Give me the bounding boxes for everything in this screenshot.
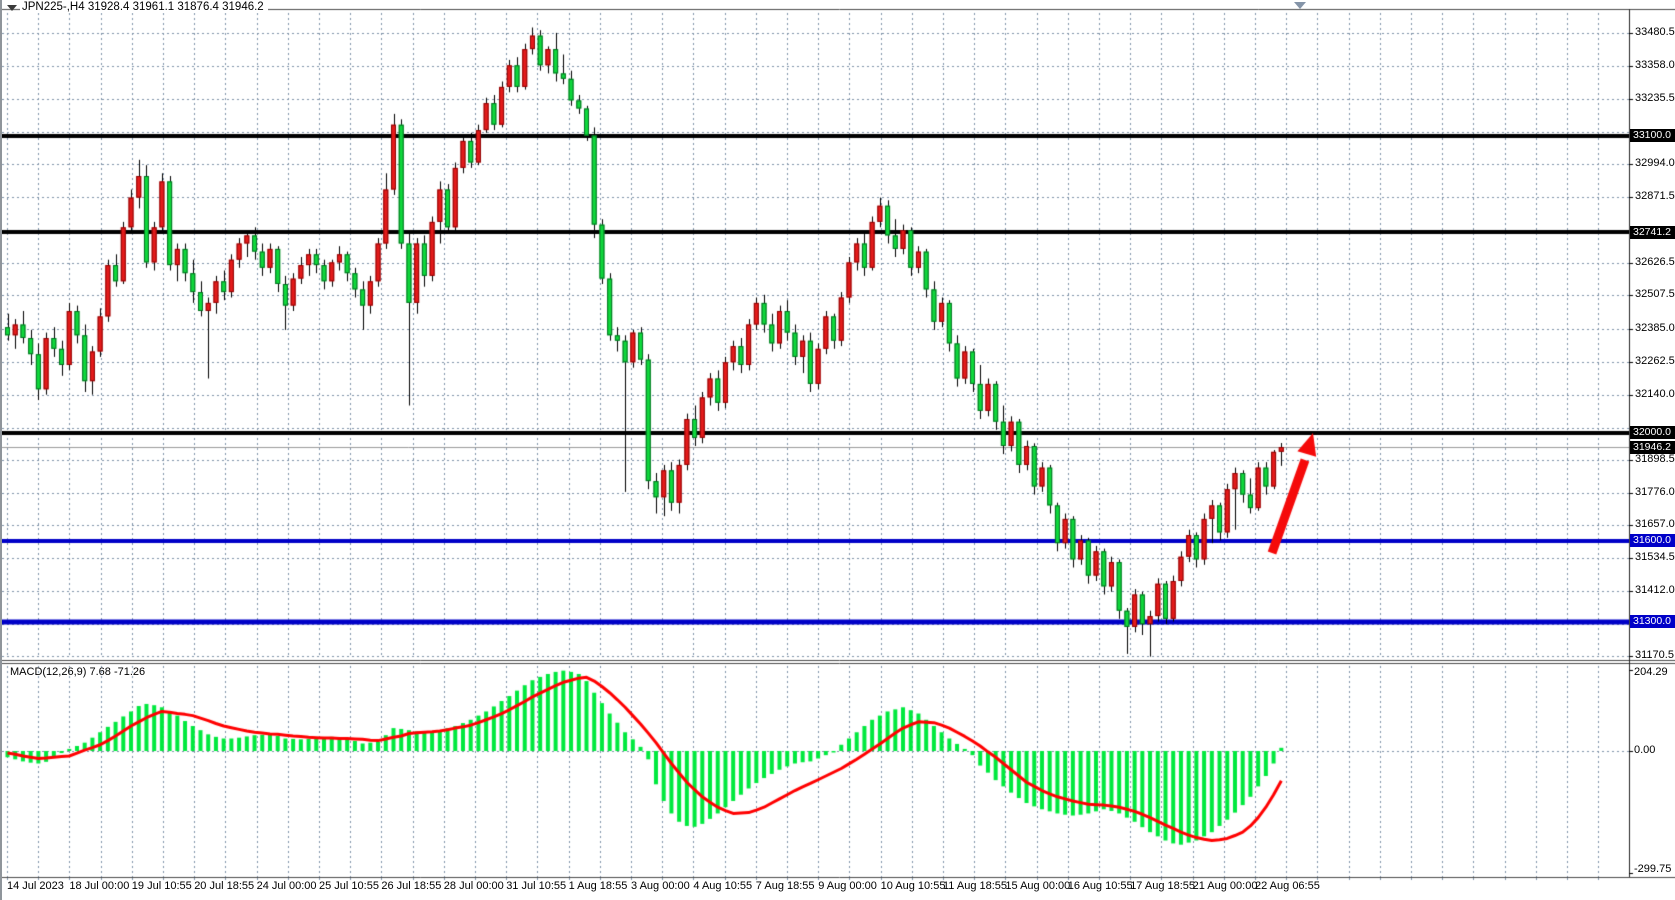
- symbol-dropdown-icon[interactable]: [7, 5, 17, 11]
- chart-window: JPN225-,H4 31928.4 31961.1 31876.4 31946…: [0, 0, 1675, 900]
- ohlc-values: 31928.4 31961.1 31876.4 31946.2: [88, 1, 264, 13]
- macd-indicator-label: MACD(12,26,9) 7.68 -71.26: [10, 666, 145, 678]
- macd-name: MACD(12,26,9): [10, 666, 86, 678]
- chart-shift-marker-icon[interactable]: [1294, 2, 1306, 9]
- macd-main-value: 7.68: [89, 666, 110, 678]
- macd-signal-value: -71.26: [114, 666, 145, 678]
- symbol-period-label: JPN225-,H4: [22, 1, 85, 13]
- chart-title: JPN225-,H4 31928.4 31961.1 31876.4 31946…: [20, 1, 268, 13]
- chart-canvas[interactable]: [2, 0, 1675, 900]
- time-axis[interactable]: [2, 878, 1629, 900]
- price-axis[interactable]: [1630, 9, 1675, 877]
